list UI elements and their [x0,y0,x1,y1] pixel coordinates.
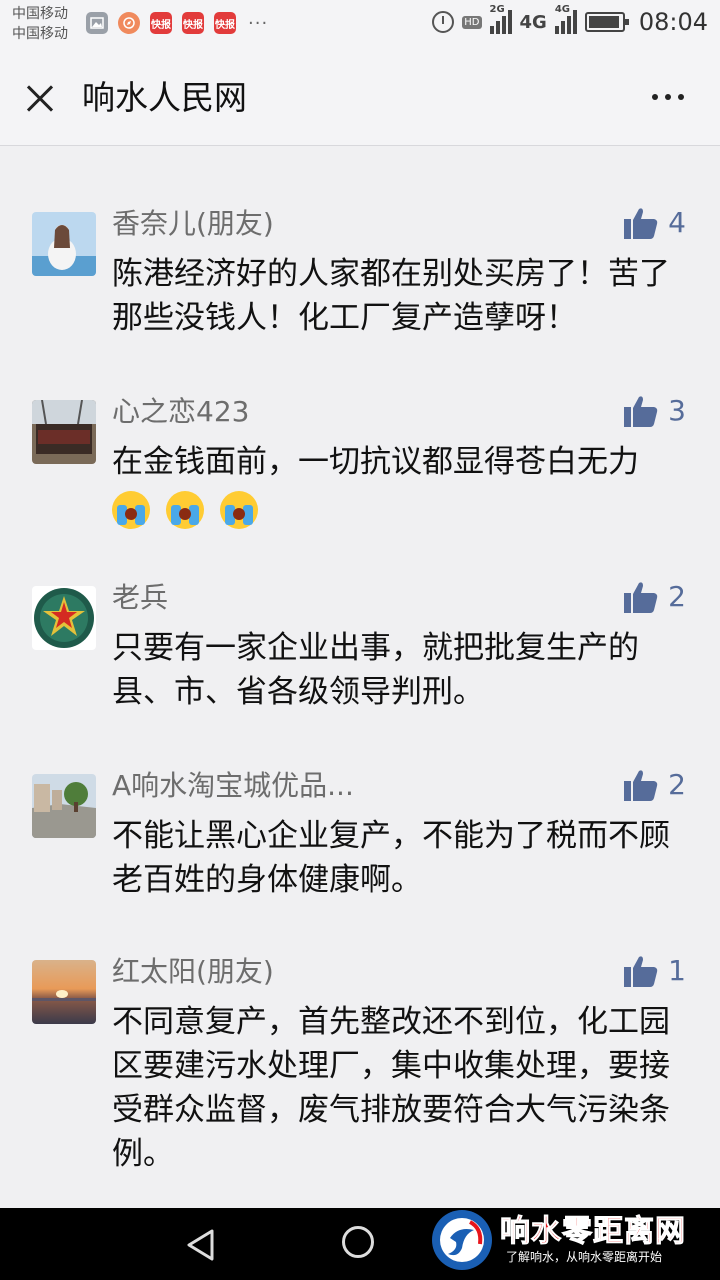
crying-emoji-icon [165,490,204,529]
thumbs-up-icon [624,207,658,239]
crying-emoji-icon [112,490,150,529]
home-icon[interactable] [342,1226,374,1258]
like-count: 1 [668,954,686,987]
like-count: 2 [668,580,686,613]
watermark-subtitle: 了解响水，从响水零距离开始 [506,1250,663,1264]
comment-author: 心之恋423 [112,395,250,428]
avatar[interactable] [32,586,96,650]
hd-badge: HD [462,15,482,29]
gallery-icon [86,12,108,34]
like-button[interactable]: 3 [624,394,686,427]
comment-text: 只要有一家企业出事，就把批复生产的县、市、省各级领导判刑。 [112,630,639,710]
title-bar: 响水人民网 [0,50,720,146]
site-watermark: 响水零距离网 了解响水，从响水零距离开始 [428,1206,720,1280]
avatar[interactable] [32,774,96,838]
avatar[interactable] [32,960,96,1024]
back-icon[interactable] [184,1228,218,1262]
like-button[interactable]: 4 [624,206,686,239]
signal-4g-icon: 4G [554,4,577,34]
comment-author: 香奈儿(朋友) [112,207,274,240]
carrier-1: 中国移动 [12,6,68,22]
thumbs-up-icon [624,769,658,801]
more-notifications-icon: ··· [248,12,269,34]
like-count: 3 [668,394,686,427]
news-app-icon: 快报 [150,12,172,34]
comment-text: 陈港经济好的人家都在别处买房了！苦了那些没钱人！化工厂复产造孽呀！ [112,256,670,336]
close-icon[interactable] [18,76,62,120]
like-button[interactable]: 2 [624,580,686,613]
comment-author: 红太阳(朋友) [112,955,274,988]
like-count: 4 [668,206,686,239]
carrier-2: 中国移动 [12,26,68,42]
crying-emoji-icon [219,490,258,529]
network-4g-label: 4G [519,11,547,33]
carrier-info: 中国移动 中国移动 [12,4,68,44]
thumbs-up-icon [624,581,658,613]
signal-2g-icon: 2G [489,4,512,34]
news-app-icon: 快报 [214,12,236,34]
status-indicators: HD 2G 4G 4G 08:04 [432,4,708,36]
alarm-icon [432,11,455,33]
avatar[interactable] [32,212,96,276]
battery-icon [584,12,629,32]
site-logo-icon [432,1210,492,1270]
emoji-row [112,486,692,530]
notification-icons: 快报 快报 快报 ··· [86,12,268,34]
comment-text: 不能让黑心企业复产，不能为了税而不顾老百姓的身体健康啊。 [112,818,670,898]
more-options-icon[interactable] [652,94,684,100]
page-title: 响水人民网 [82,78,247,117]
comment-text-block: 在金钱面前，一切抗议都显得苍白无力 [112,440,692,530]
comment-text: 在金钱面前，一切抗议都显得苍白无力 [112,444,639,480]
watermark-title: 响水零距离网 [500,1214,686,1250]
like-button[interactable]: 2 [624,768,686,801]
comment-text: 不同意复产，首先整改还不到位，化工园区要建污水处理厂，集中收集处理，要接受群众监… [112,1004,670,1172]
like-button[interactable]: 1 [624,954,686,987]
like-count: 2 [668,768,686,801]
clock: 08:04 [638,8,708,36]
status-bar: 中国移动 中国移动 快报 快报 快报 ··· HD 2G 4G 4G 08:04 [0,0,720,50]
news-app-icon: 快报 [182,12,204,34]
comment-author: 老兵 [112,581,169,614]
avatar[interactable] [32,400,96,464]
comment-author: A响水淘宝城优品... [112,769,354,802]
thumbs-up-icon [624,395,658,427]
thumbs-up-icon [624,955,658,987]
compass-icon [118,12,140,34]
